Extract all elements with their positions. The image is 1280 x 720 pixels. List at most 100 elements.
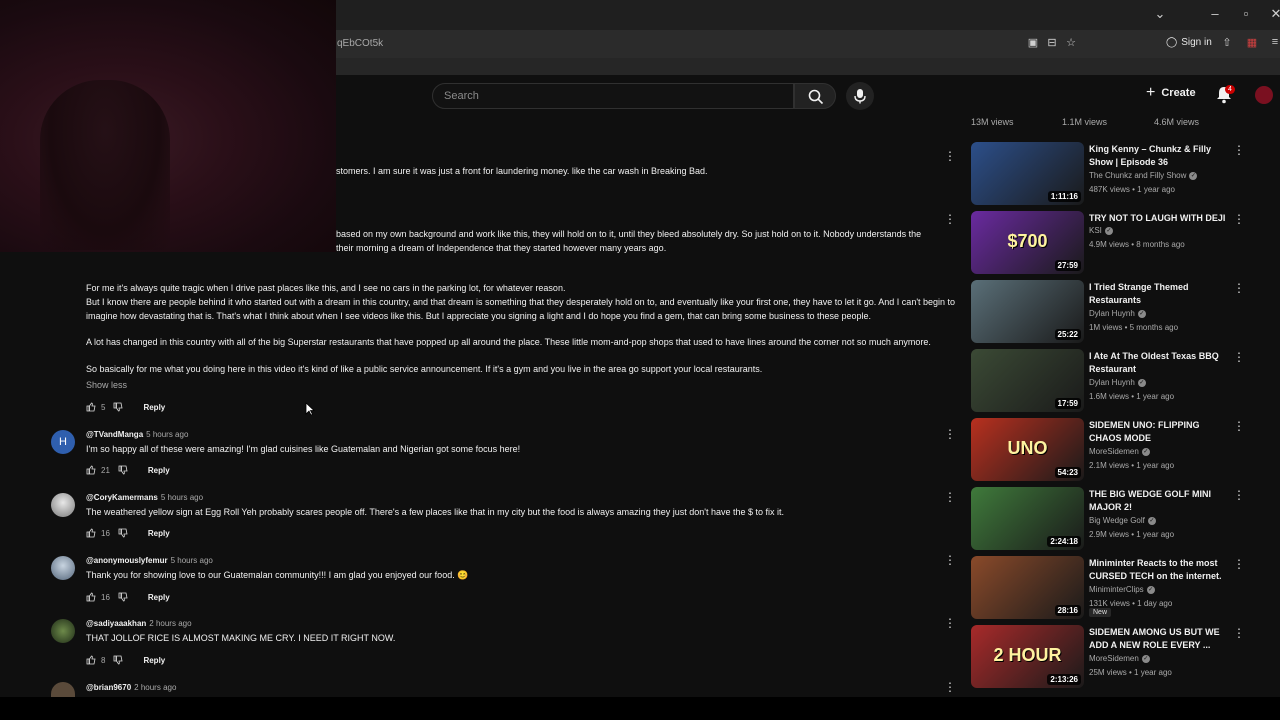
dislike-icon[interactable] <box>118 528 128 538</box>
search-input[interactable]: Search <box>432 83 794 109</box>
channel-name[interactable]: MoreSidemen <box>1089 654 1139 663</box>
video-menu-icon[interactable]: ⋮ <box>1233 281 1245 295</box>
video-meta: 1.6M views • 1 year ago <box>1089 392 1175 401</box>
video-duration: 17:59 <box>1054 398 1081 409</box>
show-less-link[interactable]: Show less <box>86 380 127 390</box>
comment-time[interactable]: 2 hours ago <box>134 683 176 692</box>
comment-author[interactable]: @sadiyaaakhan <box>86 619 146 628</box>
comment-time[interactable]: 5 hours ago <box>161 493 203 502</box>
video-menu-icon[interactable]: ⋮ <box>1233 143 1245 157</box>
picture-in-picture-icon[interactable]: ▣ <box>1026 36 1040 49</box>
video-title[interactable]: I Ate At The Oldest Texas BBQ Restaurant <box>1089 350 1229 376</box>
extensions-icon[interactable]: ⇧ <box>1220 36 1234 49</box>
video-item[interactable]: UNO 54:23 SIDEMEN UNO: FLIPPING CHAOS MODE… <box>971 418 1261 482</box>
video-item[interactable]: 1:11:16 King Kenny – Chunkz & Filly Show … <box>971 142 1261 206</box>
reply-button[interactable]: Reply <box>148 529 170 538</box>
comment-menu-icon[interactable]: ⋮ <box>944 616 956 630</box>
video-title[interactable]: I Tried Strange Themed Restaurants <box>1089 281 1229 307</box>
browser-menu-icon[interactable]: ≡ <box>1268 36 1280 48</box>
dislike-icon[interactable] <box>118 592 128 602</box>
video-item[interactable]: 2 HOUR 2:13:26 SIDEMEN AMONG US BUT WE ADD… <box>971 625 1261 689</box>
create-button[interactable]: + Create <box>1146 85 1196 101</box>
channel-name[interactable]: The Chunkz and Filly Show <box>1089 171 1186 180</box>
like-icon[interactable] <box>86 402 96 412</box>
video-title[interactable]: SIDEMEN AMONG US BUT WE ADD A NEW ROLE E… <box>1089 626 1229 652</box>
channel-name[interactable]: MiniminterClips <box>1089 585 1144 594</box>
comment-author[interactable]: @CoryKamermans <box>86 493 158 502</box>
comment-menu-icon[interactable]: ⋮ <box>944 212 956 226</box>
video-item[interactable]: $700 27:59 TRY NOT TO LAUGH WITH DEJI KSI ✓ 4… <box>971 211 1261 275</box>
video-thumbnail[interactable]: $700 27:59 <box>971 211 1084 274</box>
video-title[interactable]: THE BIG WEDGE GOLF MINI MAJOR 2! <box>1089 488 1229 514</box>
commenter-avatar[interactable] <box>51 556 75 580</box>
comment-time[interactable]: 5 hours ago <box>146 430 188 439</box>
close-window-button[interactable]: ✕ <box>1266 6 1280 22</box>
dislike-icon[interactable] <box>113 402 123 412</box>
commenter-avatar[interactable] <box>51 682 75 697</box>
minimize-button[interactable]: – <box>1205 6 1225 21</box>
dislike-icon[interactable] <box>113 655 123 665</box>
video-menu-icon[interactable]: ⋮ <box>1233 557 1245 571</box>
commenter-avatar[interactable] <box>51 493 75 517</box>
video-item[interactable]: 28:16 Miniminter Reacts to the most CURSE… <box>971 556 1261 620</box>
video-thumbnail[interactable]: 2 HOUR 2:13:26 <box>971 625 1084 688</box>
channel-row: Dylan Huynh ✓ <box>1089 309 1146 318</box>
channel-name[interactable]: KSI <box>1089 226 1102 235</box>
reply-button[interactable]: Reply <box>148 466 170 475</box>
bookmark-star-icon[interactable]: ☆ <box>1064 36 1078 49</box>
video-menu-icon[interactable]: ⋮ <box>1233 212 1245 226</box>
channel-name[interactable]: Dylan Huynh <box>1089 378 1135 387</box>
tab-list-chevron-icon[interactable]: ⌄ <box>1150 6 1170 22</box>
reply-button[interactable]: Reply <box>143 403 165 412</box>
video-title[interactable]: TRY NOT TO LAUGH WITH DEJI <box>1089 212 1229 225</box>
video-thumbnail[interactable]: UNO 54:23 <box>971 418 1084 481</box>
reply-button[interactable]: Reply <box>148 593 170 602</box>
like-icon[interactable] <box>86 465 96 475</box>
comment-menu-icon[interactable]: ⋮ <box>944 149 956 163</box>
video-thumbnail[interactable]: 17:59 <box>971 349 1084 412</box>
video-item[interactable]: 2:24:18 THE BIG WEDGE GOLF MINI MAJOR 2! B… <box>971 487 1261 551</box>
video-title[interactable]: SIDEMEN UNO: FLIPPING CHAOS MODE <box>1089 419 1229 445</box>
restore-button[interactable]: ▫ <box>1236 6 1256 21</box>
commenter-avatar[interactable] <box>51 619 75 643</box>
extension-badge-icon[interactable]: ▦ <box>1245 36 1259 49</box>
dislike-icon[interactable] <box>118 465 128 475</box>
video-thumbnail[interactable]: 1:11:16 <box>971 142 1084 205</box>
video-meta: 487K views • 1 year ago <box>1089 185 1175 194</box>
account-avatar[interactable] <box>1255 86 1273 104</box>
video-thumbnail[interactable]: 28:16 <box>971 556 1084 619</box>
video-menu-icon[interactable]: ⋮ <box>1233 626 1245 640</box>
channel-row: MiniminterClips ✓ <box>1089 585 1155 594</box>
video-item[interactable]: 25:22 I Tried Strange Themed Restaurants D… <box>971 280 1261 344</box>
channel-name[interactable]: Dylan Huynh <box>1089 309 1135 318</box>
video-title[interactable]: King Kenny – Chunkz & Filly Show | Episo… <box>1089 143 1229 169</box>
comment-author[interactable]: @brian9670 <box>86 683 131 692</box>
install-app-icon[interactable]: ⊟ <box>1045 36 1059 49</box>
comment-author[interactable]: @TVandManga <box>86 430 143 439</box>
channel-name[interactable]: Big Wedge Golf <box>1089 516 1145 525</box>
sign-in-button[interactable]: ◯ Sign in <box>1166 37 1212 48</box>
video-thumbnail[interactable]: 2:24:18 <box>971 487 1084 550</box>
comment-time[interactable]: 5 hours ago <box>171 556 213 565</box>
voice-search-button[interactable] <box>846 82 874 110</box>
comment-menu-icon[interactable]: ⋮ <box>944 490 956 504</box>
video-menu-icon[interactable]: ⋮ <box>1233 488 1245 502</box>
commenter-avatar[interactable]: H <box>51 430 75 454</box>
comment-author[interactable]: @anonymouslyfemur <box>86 556 168 565</box>
video-menu-icon[interactable]: ⋮ <box>1233 350 1245 364</box>
reply-button[interactable]: Reply <box>143 656 165 665</box>
comment-menu-icon[interactable]: ⋮ <box>944 553 956 567</box>
video-menu-icon[interactable]: ⋮ <box>1233 419 1245 433</box>
like-icon[interactable] <box>86 655 96 665</box>
like-icon[interactable] <box>86 528 96 538</box>
comment-menu-icon[interactable]: ⋮ <box>944 680 956 694</box>
like-icon[interactable] <box>86 592 96 602</box>
comment-time[interactable]: 2 hours ago <box>149 619 191 628</box>
video-item[interactable]: 17:59 I Ate At The Oldest Texas BBQ Resta… <box>971 349 1261 413</box>
url-text[interactable]: qEbCOt5k <box>337 38 383 49</box>
comment-menu-icon[interactable]: ⋮ <box>944 427 956 441</box>
channel-name[interactable]: MoreSidemen <box>1089 447 1139 456</box>
video-thumbnail[interactable]: 25:22 <box>971 280 1084 343</box>
search-button[interactable] <box>794 83 836 109</box>
video-title[interactable]: Miniminter Reacts to the most CURSED TEC… <box>1089 557 1229 583</box>
